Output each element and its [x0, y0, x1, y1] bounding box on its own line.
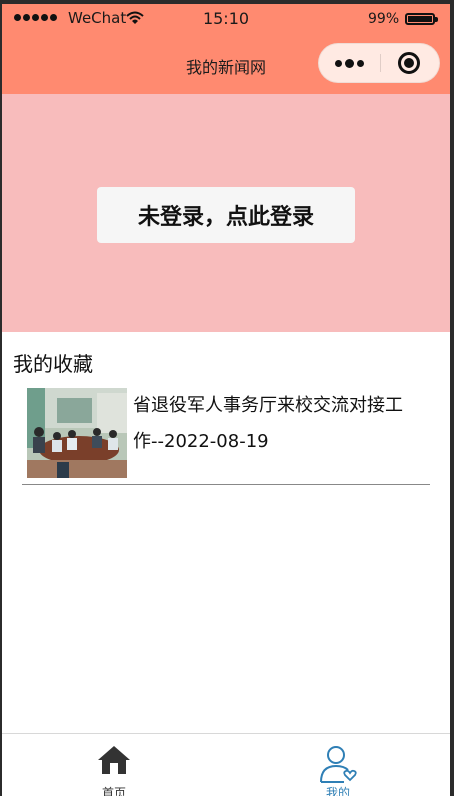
home-icon — [98, 746, 130, 774]
capsule-divider — [380, 54, 381, 72]
user-banner: 未登录，点此登录 — [2, 94, 450, 332]
phone-screen: WeChat 15:10 99% 我的新闻网 未登录，点此登录 我的收藏 省退役… — [2, 4, 450, 796]
tab-home-label: 首页 — [101, 786, 126, 796]
close-mini-program-icon[interactable] — [398, 52, 420, 74]
tab-mine[interactable]: 我的 — [226, 734, 450, 796]
tab-home[interactable]: 首页 — [2, 734, 226, 796]
news-thumbnail-image — [27, 388, 127, 478]
more-options-icon[interactable] — [319, 44, 379, 82]
tab-mine-label: 我的 — [325, 786, 350, 796]
mini-program-capsule — [318, 43, 440, 83]
navigation-bar: 我的新闻网 — [2, 32, 450, 94]
bottom-tab-bar: 首页 我的 — [2, 733, 450, 796]
favorite-news-item[interactable]: 省退役军人事务厅来校交流对接工作--2022-08-19 — [22, 382, 430, 485]
battery-percent: 99% — [368, 11, 400, 27]
battery-icon — [405, 13, 438, 25]
login-button[interactable]: 未登录，点此登录 — [97, 187, 355, 243]
favorites-heading: 我的收藏 — [13, 352, 93, 376]
news-item-title: 省退役军人事务厅来校交流对接工作--2022-08-19 — [133, 395, 403, 452]
user-icon — [320, 746, 357, 783]
status-bar: WeChat 15:10 99% — [2, 4, 450, 32]
